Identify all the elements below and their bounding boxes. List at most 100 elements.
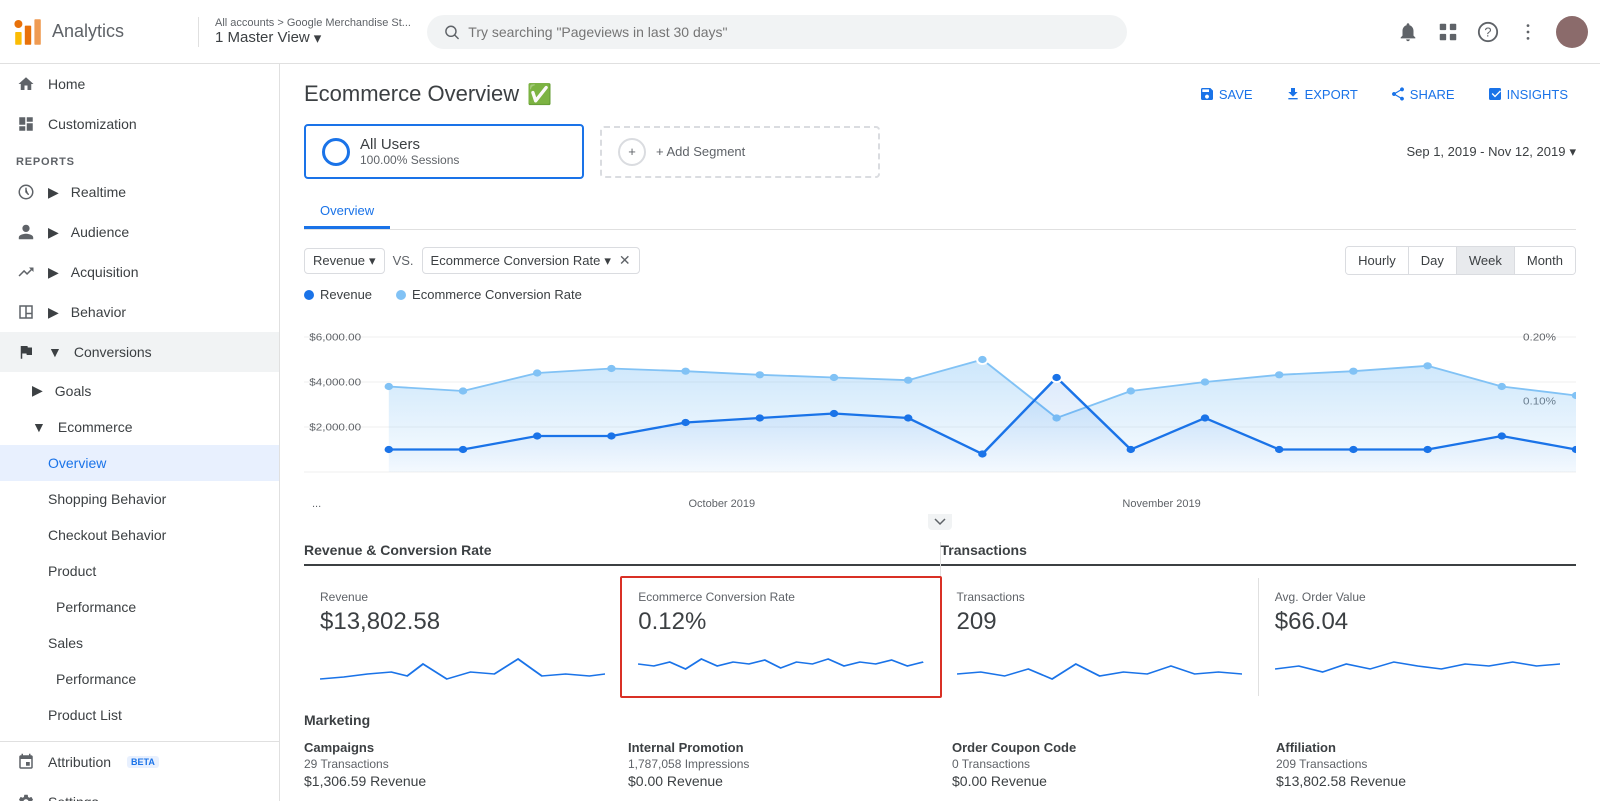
home-icon [16,74,36,94]
reports-label: REPORTS [0,144,279,172]
tab-overview[interactable]: Overview [304,195,390,229]
add-segment-button[interactable]: + + Add Segment [600,126,880,178]
sidebar-bottom: Attribution BETA Settings [0,741,279,801]
chart-expand [304,514,1576,530]
chevron-down-icon: ▾ [1569,144,1576,160]
avg-order-sparkline [1275,644,1560,684]
conversion-rate-metric: Ecommerce Conversion Rate 0.12% [620,576,941,698]
sidebar-item-customization[interactable]: Customization [0,104,279,144]
sidebar-item-product-performance[interactable]: Product [0,553,279,589]
search-input[interactable] [468,24,1111,40]
help-icon[interactable]: ? [1476,20,1500,44]
grid-icon[interactable] [1436,20,1460,44]
transactions-metrics-row: Transactions 209 Avg. Order Value $66.04 [941,578,1577,696]
all-users-segment[interactable]: All Users 100.00% Sessions [304,124,584,179]
marketing-row: Campaigns 29 Transactions $1,306.59 Reve… [304,740,1576,789]
sidebar-item-audience[interactable]: ▶ Audience [0,212,279,252]
sidebar-item-home[interactable]: Home [0,64,279,104]
time-btn-month[interactable]: Month [1515,247,1575,274]
conversion-dot [396,290,406,300]
revenue-sparkline [320,644,605,684]
metrics-area: Revenue & Conversion Rate Revenue $13,80… [304,542,1576,696]
revenue-dot [304,290,314,300]
svg-text:$4,000.00: $4,000.00 [309,377,361,388]
segment-circle [322,138,350,166]
campaigns-col: Campaigns 29 Transactions $1,306.59 Reve… [304,740,604,789]
sidebar-item-overview[interactable]: Overview [0,445,279,481]
verified-icon: ✅ [527,82,552,107]
sidebar-item-conversions[interactable]: ▼ Conversions [0,332,279,372]
avg-order-metric: Avg. Order Value $66.04 [1259,578,1576,696]
top-nav: Analytics All accounts > Google Merchand… [0,0,1600,64]
svg-text:$6,000.00: $6,000.00 [309,332,361,343]
sidebar-item-realtime[interactable]: ▶ Realtime [0,172,279,212]
attribution-icon [16,752,36,772]
conversion-sparkline [638,644,923,684]
add-segment-circle: + [618,138,646,166]
user-avatar[interactable] [1556,16,1588,48]
time-btn-hourly[interactable]: Hourly [1346,247,1409,274]
insights-button[interactable]: INSIGHTS [1479,80,1576,108]
sidebar-item-behavior[interactable]: ▶ Behavior [0,292,279,332]
expand-chart-button[interactable] [928,514,952,530]
share-button[interactable]: SHARE [1382,80,1463,108]
gear-icon [16,792,36,801]
sidebar-item-shopping-behavior[interactable]: Shopping Behavior [0,481,279,517]
sidebar: Home Customization REPORTS ▶ Realtime ▶ … [0,64,280,801]
date-range-selector[interactable]: Sep 1, 2019 - Nov 12, 2019 ▾ [1406,144,1576,160]
transactions-section: Transactions Transactions 209 Avg. Order… [941,542,1577,696]
time-buttons: Hourly Day Week Month [1345,246,1576,275]
search-icon [443,23,460,41]
page-title: Ecommerce Overview [304,81,519,107]
primary-metric-select[interactable]: Revenue ▾ [304,248,385,274]
chevron-down-icon [934,518,946,526]
legend-revenue: Revenue [304,287,372,302]
sidebar-item-ecommerce[interactable]: ▼ Ecommerce [0,409,279,445]
sidebar-item-sales-performance2[interactable]: Performance [0,661,279,697]
sidebar-item-settings[interactable]: Settings [0,782,279,801]
account-path: All accounts > Google Merchandise St... [215,17,411,29]
sidebar-item-sales-performance[interactable]: Sales [0,625,279,661]
sidebar-item-product-list[interactable]: Product List [0,697,279,733]
revenue-section-header: Revenue & Conversion Rate [304,542,940,566]
page-title-area: Ecommerce Overview ✅ [304,81,552,107]
sidebar-item-goals[interactable]: ▶ Goals [0,372,279,409]
order-coupon-col: Order Coupon Code 0 Transactions $0.00 R… [952,740,1252,789]
revenue-metrics-row: Revenue $13,802.58 Ecommerce Conversion … [304,578,940,696]
sidebar-item-product-performance2[interactable]: Performance [0,589,279,625]
chevron-down-icon: ▾ [314,29,322,47]
save-button[interactable]: SAVE [1191,80,1261,108]
account-view-selector[interactable]: 1 Master View ▾ [215,29,411,47]
sidebar-item-label: ▶ [48,184,59,201]
svg-text:?: ? [1484,24,1491,39]
search-bar[interactable] [427,15,1127,49]
secondary-metric-select[interactable]: Ecommerce Conversion Rate ▾ ✕ [422,247,640,274]
notification-icon[interactable] [1396,20,1420,44]
remove-secondary-metric[interactable]: ✕ [619,252,631,269]
table-icon [16,302,36,322]
clock-icon [16,182,36,202]
header-actions: SAVE EXPORT SHARE INSIGHTS [1191,80,1576,108]
person-icon [16,222,36,242]
svg-text:$2,000.00: $2,000.00 [309,422,361,433]
sidebar-item-acquisition[interactable]: ▶ Acquisition [0,252,279,292]
affiliation-col: Affiliation 209 Transactions $13,802.58 … [1276,740,1576,789]
page-header: Ecommerce Overview ✅ SAVE EXPORT SHARE [304,80,1576,108]
app-title: Analytics [52,21,124,42]
sidebar-item-checkout-behavior[interactable]: Checkout Behavior [0,517,279,553]
revenue-metric: Revenue $13,802.58 [304,578,622,696]
segment-bar: All Users 100.00% Sessions + + Add Segme… [304,124,1576,179]
beta-badge: BETA [127,756,159,768]
more-vert-icon[interactable] [1516,20,1540,44]
export-icon [1285,86,1301,102]
time-btn-week[interactable]: Week [1457,247,1515,274]
export-button[interactable]: EXPORT [1277,80,1366,108]
sidebar-item-attribution[interactable]: Attribution BETA [0,742,279,782]
account-area: All accounts > Google Merchandise St... … [198,17,411,47]
share-icon [1390,86,1406,102]
transactions-section-header: Transactions [941,542,1577,566]
flag-icon [16,342,36,362]
internal-promotion-col: Internal Promotion 1,787,058 Impressions… [628,740,928,789]
customization-icon [16,114,36,134]
time-btn-day[interactable]: Day [1409,247,1457,274]
